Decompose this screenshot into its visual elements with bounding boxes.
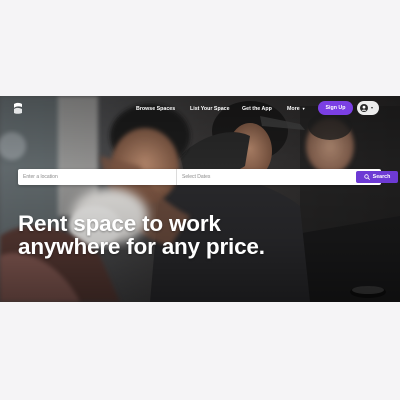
search-bar: Search bbox=[18, 169, 398, 185]
sign-up-button[interactable]: Sign Up bbox=[318, 101, 353, 115]
page: Browse Spaces List Your Space Get the Ap… bbox=[0, 0, 400, 400]
dates-input[interactable] bbox=[177, 169, 335, 185]
hero-section: Browse Spaces List Your Space Get the Ap… bbox=[0, 96, 400, 302]
chevron-down-icon: ▾ bbox=[302, 106, 305, 112]
account-chevron-down-icon: ▾ bbox=[371, 105, 374, 110]
top-navigation: Browse Spaces List Your Space Get the Ap… bbox=[0, 96, 400, 122]
user-avatar-icon bbox=[360, 104, 368, 112]
nav-browse-spaces-link[interactable]: Browse Spaces bbox=[136, 106, 175, 112]
location-input[interactable] bbox=[18, 169, 176, 185]
search-button[interactable]: Search bbox=[356, 171, 398, 183]
hero-overlay bbox=[0, 96, 400, 302]
hero-headline: Rent space to work anywhere for any pric… bbox=[18, 211, 265, 259]
search-icon bbox=[363, 174, 370, 180]
brand-logo[interactable] bbox=[13, 102, 23, 115]
account-menu-button[interactable]: ▾ bbox=[357, 101, 379, 115]
nav-more-label: More bbox=[287, 106, 300, 112]
search-button-label: Search bbox=[372, 174, 391, 180]
nav-more-menu[interactable]: More ▾ bbox=[287, 106, 305, 112]
nav-get-the-app-link[interactable]: Get the App bbox=[242, 106, 272, 112]
nav-list-your-space-link[interactable]: List Your Space bbox=[190, 106, 230, 112]
